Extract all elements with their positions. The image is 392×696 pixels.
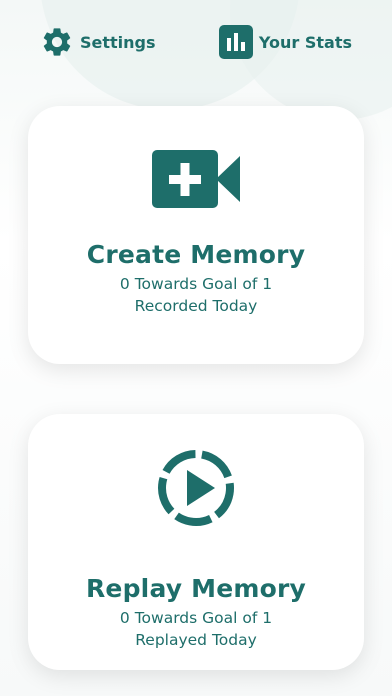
replay-memory-goal-text: 0 Towards Goal of 1 <box>119 609 273 627</box>
replay-memory-replayed-text: Replayed Today <box>135 631 257 649</box>
replay-memory-title: Replay Memory <box>85 574 307 603</box>
top-bar: Settings Your Stats <box>0 22 392 62</box>
your-stats-label: Your Stats <box>258 32 352 52</box>
play-circle-icon <box>156 448 236 532</box>
settings-button[interactable]: Settings <box>40 25 156 59</box>
gear-icon <box>40 25 74 59</box>
settings-label: Settings <box>80 32 156 52</box>
create-memory-title: Create Memory <box>86 240 306 269</box>
replay-memory-progress: 0 Towards Goal of 1 Replayed Today <box>120 607 272 651</box>
bar-chart-icon <box>218 25 253 59</box>
create-memory-progress: 0 Towards Goal of 1 Recorded Today <box>120 273 272 317</box>
create-memory-recorded-text: Recorded Today <box>134 297 258 315</box>
create-memory-card[interactable]: Create Memory 0 Towards Goal of 1 Record… <box>28 106 364 364</box>
replay-memory-card[interactable]: Replay Memory 0 Towards Goal of 1 Replay… <box>28 414 364 670</box>
home-screen: Settings Your Stats Create Memory 0 Towa… <box>0 0 392 696</box>
video-camera-plus-icon <box>152 150 240 212</box>
your-stats-button[interactable]: Your Stats <box>218 25 352 59</box>
create-memory-goal-text: 0 Towards Goal of 1 <box>119 275 273 293</box>
